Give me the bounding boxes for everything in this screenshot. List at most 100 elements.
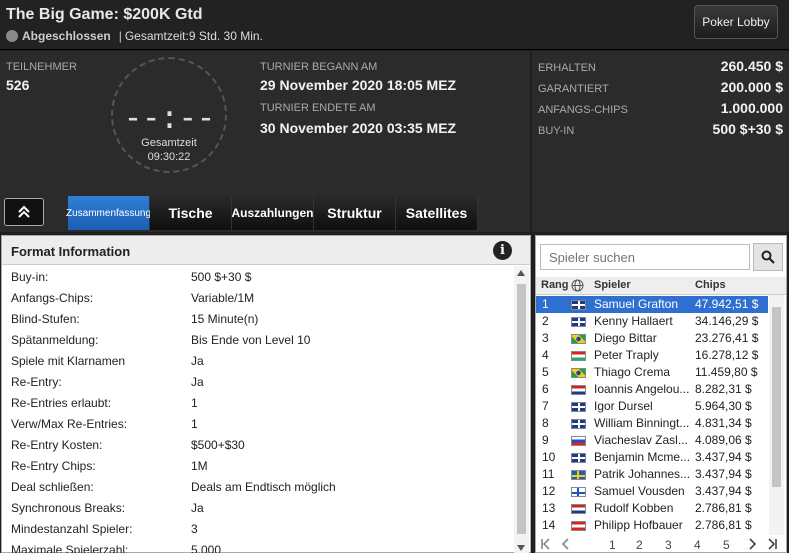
- info-icon[interactable]: i: [493, 241, 512, 260]
- player-name: Samuel Grafton: [594, 297, 679, 311]
- player-row[interactable]: 7 Igor Dursel 5.964,30 $: [536, 398, 768, 415]
- player-rank: 9: [542, 433, 549, 447]
- player-search-input[interactable]: [540, 244, 750, 270]
- stat-value: 500 $+30 $: [712, 121, 783, 137]
- format-row: Blind-Stufen: 15 Minute(n): [11, 308, 258, 329]
- scroll-down-icon[interactable]: [517, 545, 525, 551]
- format-row: Deal schließen: Deals am Endtisch möglich: [11, 476, 336, 497]
- player-name: Patrik Johannes...: [594, 467, 689, 481]
- stat-row: GARANTIERT 200.000 $: [538, 79, 783, 95]
- player-chips: 34.146,29 $: [695, 314, 759, 328]
- format-key: Deal schließen:: [11, 479, 94, 494]
- status-line: Abgeschlossen | Gesamtzeit:9 Std. 30 Min…: [6, 29, 263, 43]
- player-row[interactable]: 8 William Binningt... 4.831,34 $: [536, 415, 768, 432]
- search-icon: [761, 250, 775, 264]
- player-row[interactable]: 9 Viacheslav Zasl... 4.089,06 $: [536, 432, 768, 449]
- scrollbar-thumb[interactable]: [517, 284, 526, 534]
- next-page-icon[interactable]: [748, 538, 758, 553]
- player-row[interactable]: 11 Patrik Johannes... 3.437,94 $: [536, 466, 768, 483]
- player-list-panel: Rang Spieler Chips 1 Samuel Grafton 47.942…: [535, 235, 787, 553]
- player-chips: 3.437,94 $: [695, 450, 752, 464]
- format-value: 500 $+30 $: [191, 269, 252, 284]
- stat-row: ERHALTEN 260.450 $: [538, 58, 783, 74]
- format-info-title: Format Information: [11, 244, 131, 259]
- collapse-button[interactable]: [4, 198, 44, 226]
- first-page-icon[interactable]: [540, 538, 552, 553]
- tab-struktur[interactable]: Struktur: [314, 196, 396, 230]
- flag-icon: [571, 317, 586, 327]
- player-name: Ioannis Angelou...: [594, 382, 689, 396]
- participants-value: 526: [6, 77, 30, 93]
- tab-zusammenfassung[interactable]: Zusammenfassung: [66, 196, 151, 230]
- format-info-header: Format Information i: [2, 236, 530, 265]
- player-row[interactable]: 5 Thiago Crema 11.459,80 $: [536, 364, 768, 381]
- scrollbar-thumb[interactable]: [772, 307, 781, 487]
- clock-label: Gesamtzeit: [141, 137, 197, 149]
- stat-row: BUY-IN 500 $+30 $: [538, 121, 783, 137]
- col-rank[interactable]: Rang: [541, 279, 569, 291]
- participants-label: TEILNEHMER: [6, 61, 77, 73]
- prize-stats-panel: ERHALTEN 260.450 $ GARANTIERT 200.000 $ …: [532, 51, 789, 232]
- page-number[interactable]: 1: [609, 538, 616, 552]
- tab-auszahlungen[interactable]: Auszahlungen: [232, 196, 314, 230]
- prev-page-icon[interactable]: [560, 538, 570, 553]
- player-chips: 11.459,80 $: [695, 365, 758, 379]
- format-row: Re-Entries erlaubt: 1: [11, 392, 198, 413]
- player-row[interactable]: 3 Diego Bittar 23.276,41 $: [536, 330, 768, 347]
- format-key: Spiele mit Klarnamen: [11, 353, 126, 368]
- player-row[interactable]: 6 Ioannis Angelou... 8.282,31 $: [536, 381, 768, 398]
- format-key: Verw/Max Re-Entries:: [11, 416, 128, 431]
- format-scrollbar[interactable]: [514, 266, 529, 553]
- stat-label: BUY-IN: [538, 125, 575, 137]
- format-key: Buy-in:: [11, 269, 49, 284]
- format-value: Bis Ende von Level 10: [191, 332, 311, 347]
- player-rank: 8: [542, 416, 549, 430]
- format-row: Re-Entry Chips: 1M: [11, 455, 208, 476]
- stat-row: ANFANGS-CHIPS 1.000.000: [538, 100, 783, 116]
- page-number[interactable]: 5: [723, 538, 730, 552]
- double-chevron-up-icon: [18, 205, 30, 218]
- format-key: Re-Entries erlaubt:: [11, 395, 112, 410]
- player-row[interactable]: 13 Rudolf Kobben 2.786,81 $: [536, 500, 768, 517]
- player-rank: 6: [542, 382, 549, 396]
- tournament-title: The Big Game: $200K Gtd: [6, 6, 203, 23]
- format-key: Blind-Stufen:: [11, 311, 80, 326]
- status-separator: |: [118, 29, 122, 43]
- search-button[interactable]: [753, 243, 783, 271]
- page-number[interactable]: 3: [665, 538, 672, 552]
- player-row[interactable]: 1 Samuel Grafton 47.942,51 $: [536, 296, 768, 313]
- scroll-up-icon[interactable]: [517, 270, 525, 276]
- player-chips: 3.437,94 $: [695, 484, 752, 498]
- player-name: Viacheslav Zasl...: [594, 433, 688, 447]
- format-row: Spiele mit Klarnamen Ja: [11, 350, 204, 371]
- poker-lobby-button[interactable]: Poker Lobby: [694, 5, 778, 39]
- player-row[interactable]: 12 Samuel Vousden 3.437,94 $: [536, 483, 768, 500]
- stat-value: 1.000.000: [720, 100, 783, 116]
- page-number[interactable]: 2: [636, 538, 643, 552]
- player-scrollbar[interactable]: [769, 295, 784, 535]
- tab-tische[interactable]: Tische: [150, 196, 232, 230]
- player-name: Diego Bittar: [594, 331, 657, 345]
- col-player[interactable]: Spieler: [594, 279, 631, 291]
- tab-satellites[interactable]: Satellites: [396, 196, 478, 230]
- format-value: $500+$30: [191, 437, 245, 452]
- stat-label: ERHALTEN: [538, 62, 596, 74]
- player-row[interactable]: 14 Philipp Hofbauer 2.786,81 $: [536, 517, 768, 534]
- globe-icon[interactable]: [571, 279, 584, 295]
- format-value: 15 Minute(n): [191, 311, 259, 326]
- status-dot-icon: [6, 30, 18, 42]
- format-key: Anfangs-Chips:: [11, 290, 94, 305]
- player-name: Benjamin Mcme...: [594, 450, 689, 464]
- format-value: Ja: [191, 500, 204, 515]
- format-key: Re-Entry Kosten:: [11, 437, 103, 452]
- format-key: Spätanmeldung:: [11, 332, 99, 347]
- clock-digits: --:--: [123, 98, 215, 136]
- page-number[interactable]: 4: [694, 538, 701, 552]
- last-page-icon[interactable]: [766, 538, 778, 553]
- player-row[interactable]: 2 Kenny Hallaert 34.146,29 $: [536, 313, 768, 330]
- format-key: Re-Entry Chips:: [11, 458, 96, 473]
- col-chips[interactable]: Chips: [695, 279, 726, 291]
- player-row[interactable]: 10 Benjamin Mcme... 3.437,94 $: [536, 449, 768, 466]
- player-table-header: Rang Spieler Chips: [536, 277, 786, 295]
- player-row[interactable]: 4 Peter Traply 16.278,12 $: [536, 347, 768, 364]
